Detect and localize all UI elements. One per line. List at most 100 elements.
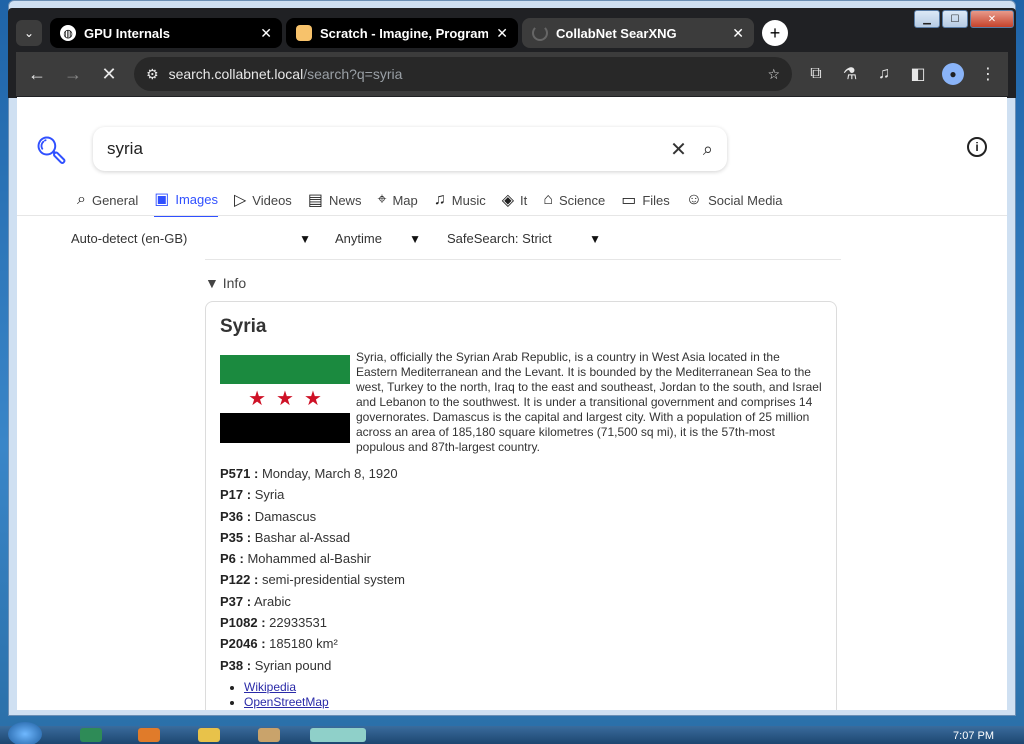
category-label: Map: [392, 192, 418, 208]
media-controls-icon[interactable]: ♫: [874, 65, 894, 83]
language-value: Auto-detect (en-GB): [71, 231, 188, 246]
close-tab-icon[interactable]: ✕: [732, 25, 744, 42]
time-range-value: Anytime: [335, 231, 382, 246]
more-menu-icon[interactable]: ⋮: [978, 64, 998, 84]
infobox: Syria ★ ★ ★ Syria, officially the Syrian A…: [205, 301, 837, 710]
music-icon: ♫: [433, 191, 446, 208]
category-tabs: ⌕ General ▣ Images ▷ Videos ▤ News ⌖ Map ♫ Mus…: [77, 189, 783, 217]
files-icon: ▭: [621, 192, 637, 209]
infobox-description: Syria, officially the Syrian Arab Republ…: [356, 350, 822, 454]
close-tab-icon[interactable]: ✕: [496, 25, 508, 42]
wikipedia-link[interactable]: Wikipedia: [244, 680, 296, 694]
tab-searxng[interactable]: CollabNet SearXNG ✕: [522, 18, 754, 48]
settings-gear-icon[interactable]: ⚙: [1005, 135, 1007, 161]
ie-icon[interactable]: [80, 728, 102, 742]
tab-videos[interactable]: ▷ Videos: [234, 189, 292, 217]
tab-news[interactable]: ▤ News: [308, 189, 362, 217]
maximize-button[interactable]: ☐: [942, 10, 968, 28]
property-row: P35 : Bashar al-Assad: [220, 529, 351, 545]
search-box[interactable]: syria ✕ ⌕: [93, 127, 727, 171]
chevron-down-icon: ▼: [299, 231, 311, 246]
tab-title: GPU Internals: [84, 25, 170, 41]
firefox-icon[interactable]: [138, 728, 160, 742]
category-label: Videos: [252, 192, 292, 208]
chrome-taskbar-icon[interactable]: [310, 728, 366, 742]
map-pin-icon: ⌖: [377, 191, 387, 208]
list-item: OpenStreetMap: [244, 695, 329, 710]
address-bar[interactable]: ⚙ search.collabnet.local/search?q=syria …: [134, 57, 792, 91]
people-icon: ☺: [685, 191, 703, 208]
searxng-logo-icon[interactable]: 🔍︎: [35, 135, 68, 166]
clear-search-icon[interactable]: ✕: [670, 137, 687, 162]
info-toggle-label: Info: [222, 275, 247, 291]
url-path: /search?q=syria: [303, 66, 403, 82]
tab-files[interactable]: ▭ Files: [621, 189, 670, 217]
close-window-button[interactable]: ✕: [970, 10, 1014, 28]
newspaper-icon: ▤: [307, 192, 323, 209]
property-row: P1082 : 22933531: [220, 615, 328, 631]
start-button[interactable]: [8, 722, 42, 744]
tab-search-button[interactable]: ⌄: [16, 20, 42, 46]
loading-icon: [532, 25, 548, 41]
tab-images[interactable]: ▣ Images: [154, 189, 218, 217]
scratch-icon: [296, 25, 312, 41]
side-panel-icon[interactable]: ◧: [908, 64, 928, 84]
category-label: Social Media: [708, 192, 783, 208]
extensions-icon[interactable]: ⧉: [806, 65, 826, 83]
folder-icon[interactable]: [198, 728, 220, 742]
page-content: 🔍︎ syria ✕ ⌕ i ⚙ ⌕ General ▣ Images ▷ Video…: [17, 97, 1007, 710]
layers-icon: ◈: [501, 192, 515, 209]
tab-science[interactable]: ⌂ Science: [543, 189, 605, 217]
search-icon: ⌕: [77, 191, 86, 208]
tab-music[interactable]: ♫ Music: [434, 189, 486, 217]
tab-map[interactable]: ⌖ Map: [377, 189, 417, 217]
category-label: It: [520, 192, 528, 208]
category-label: Files: [642, 192, 670, 208]
property-row: P122 : semi-presidential system: [220, 572, 405, 588]
chevron-down-icon: ▼: [409, 231, 421, 246]
property-row: P571 : Monday, March 8, 1920: [220, 466, 398, 481]
tab-general[interactable]: ⌕ General: [77, 189, 138, 217]
tab-title: CollabNet SearXNG: [556, 25, 677, 41]
browser-toolbar: ← → ✕ ⚙ search.collabnet.local/search?q=…: [16, 52, 1008, 96]
list-item: Wikipedia: [244, 680, 329, 695]
profile-avatar[interactable]: ●: [942, 63, 964, 85]
tab-title: Scratch - Imagine, Program, Sh: [320, 25, 489, 41]
url-text[interactable]: search.collabnet.local/search?q=syria: [169, 66, 758, 82]
property-row: P37 : Arabic: [220, 593, 291, 609]
tab-it[interactable]: ◈ It: [502, 189, 528, 217]
clock: 7:07 PM: [953, 730, 994, 742]
tab-gpu-internals[interactable]: ◍ GPU Internals ✕: [50, 18, 282, 48]
close-tab-icon[interactable]: ✕: [260, 25, 272, 42]
category-divider: [17, 215, 1007, 216]
time-range-select[interactable]: Anytime ▼: [335, 231, 421, 246]
back-arrow-icon[interactable]: ←: [26, 64, 48, 85]
url-host: search.collabnet.local: [168, 66, 304, 82]
safesearch-select[interactable]: SafeSearch: Strict ▼: [447, 231, 601, 246]
play-icon: ▷: [233, 192, 247, 209]
category-label: News: [328, 192, 362, 208]
tab-scratch[interactable]: Scratch - Imagine, Program, Sh ✕: [286, 18, 518, 48]
category-label: Images: [175, 191, 218, 207]
stop-loading-icon[interactable]: ✕: [98, 64, 120, 85]
minimize-button[interactable]: ▁: [914, 10, 940, 28]
taskbar: 7:07 PM: [0, 722, 1024, 744]
globe-icon: ◍: [60, 25, 76, 41]
image-icon: ▣: [154, 191, 170, 208]
property-row: P36 : Damascus: [220, 508, 317, 524]
app-icon[interactable]: [258, 728, 280, 742]
search-input[interactable]: syria: [107, 139, 670, 159]
site-info-icon[interactable]: ⚙: [146, 66, 159, 83]
graduation-icon: ⌂: [543, 191, 553, 208]
new-tab-button[interactable]: +: [762, 20, 788, 46]
search-submit-icon[interactable]: ⌕: [703, 139, 713, 160]
tab-social-media[interactable]: ☺ Social Media: [686, 189, 783, 217]
forward-arrow-icon[interactable]: →: [62, 64, 84, 85]
bookmark-star-icon[interactable]: ☆: [767, 66, 780, 83]
labs-flask-icon[interactable]: ⚗: [840, 64, 860, 84]
category-label: Music: [451, 192, 486, 208]
openstreetmap-link[interactable]: OpenStreetMap: [244, 695, 329, 709]
info-icon[interactable]: i: [967, 137, 987, 157]
language-select[interactable]: Auto-detect (en-GB) ▼: [71, 231, 311, 246]
info-toggle[interactable]: ▼ Info: [205, 275, 246, 291]
